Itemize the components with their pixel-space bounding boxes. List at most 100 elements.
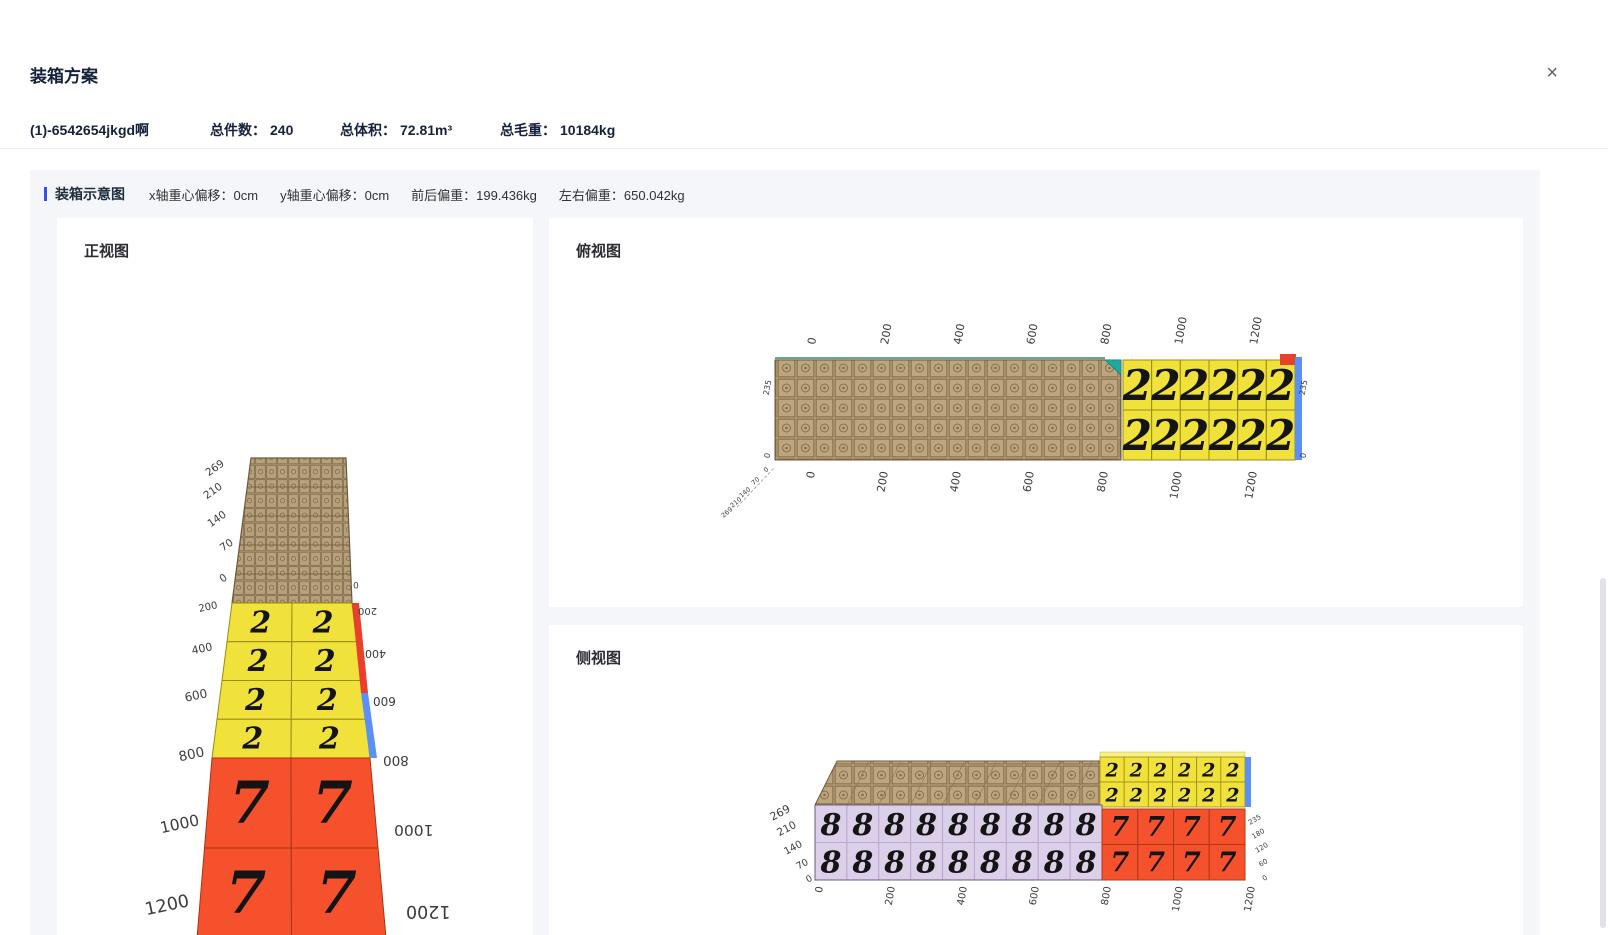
svg-text:8: 8 [915,845,937,880]
svg-text:2: 2 [312,605,334,640]
total-pieces: 总件数： 240 [210,120,293,140]
stat-left-right-label: 左右偏重： [558,187,624,203]
svg-text:400: 400 [365,647,386,660]
scrollbar[interactable] [1600,578,1606,928]
svg-text:210: 210 [201,481,224,502]
svg-text:2: 2 [1236,361,1266,410]
svg-text:2: 2 [1177,785,1191,807]
svg-text:200: 200 [198,600,219,615]
svg-text:70: 70 [750,475,761,486]
svg-text:2: 2 [316,683,338,718]
diagram-area: 装箱示意图 x轴重心偏移：0cm y轴重心偏移：0cm 前后偏重：199.436… [30,170,1540,935]
svg-text:800: 800 [1095,470,1111,493]
close-icon[interactable]: × [1546,63,1558,83]
svg-text:400: 400 [190,640,213,657]
svg-text:1200: 1200 [1247,316,1265,346]
svg-text:8: 8 [915,808,937,843]
svg-text:1000: 1000 [158,811,200,837]
svg-text:1200: 1200 [1242,470,1260,500]
svg-text:70: 70 [795,857,811,872]
svg-text:8: 8 [1075,845,1097,880]
svg-text:235: 235 [762,379,774,396]
total-pieces-label: 总件数： [210,122,266,138]
section-accent-bar [44,187,47,201]
page-title: 装箱方案 [30,67,98,86]
svg-text:60: 60 [1258,857,1270,868]
svg-text:2: 2 [241,722,263,757]
top-view-chart: 2 2 2 2 2 22 2 2 2 2 20020020040040060060080080010… [720,316,1310,520]
svg-text:2: 2 [1208,411,1238,460]
svg-text:210: 210 [775,819,798,839]
svg-text:180: 180 [1251,827,1267,841]
svg-text:1000: 1000 [1172,316,1190,346]
svg-text:235: 235 [1247,813,1263,827]
side-view-title: 侧视图 [576,650,622,667]
svg-text:2: 2 [314,644,336,679]
svg-text:1000: 1000 [394,821,433,839]
total-volume-value: 72.81m³ [400,122,453,138]
total-weight-value: 10184kg [560,122,616,138]
total-weight: 总毛重： 10184kg [500,120,615,140]
stat-front-back: 前后偏重：199.436kg [411,185,537,204]
svg-text:400: 400 [951,323,967,346]
svg-text:0: 0 [217,572,229,586]
svg-text:2: 2 [1179,411,1209,460]
svg-text:2: 2 [1208,361,1238,410]
svg-text:0: 0 [1261,874,1269,883]
svg-text:8: 8 [851,808,873,843]
svg-text:140: 140 [205,509,228,530]
svg-text:600: 600 [1024,323,1040,346]
stat-x-offset-value: 0cm [233,187,259,203]
svg-text:0: 0 [353,579,359,589]
svg-text:2: 2 [1129,785,1143,807]
svg-text:8: 8 [820,808,842,843]
svg-text:2: 2 [244,683,266,718]
svg-text:800: 800 [1098,323,1114,346]
top-view-title: 俯视图 [576,243,622,260]
svg-text:2: 2 [1104,760,1118,782]
svg-text:8: 8 [883,845,905,880]
svg-text:8: 8 [883,808,905,843]
svg-text:8: 8 [1011,808,1033,843]
svg-text:200: 200 [878,323,894,346]
svg-text:2: 2 [1201,785,1215,807]
svg-text:2: 2 [1265,411,1295,460]
svg-text:7: 7 [1218,847,1237,878]
plan-name: (1)-6542654jkgd啊 [30,122,150,138]
svg-text:8: 8 [1043,845,1065,880]
svg-text:2: 2 [1150,361,1180,410]
svg-text:8: 8 [979,808,1001,843]
svg-text:2: 2 [1225,785,1239,807]
svg-text:8: 8 [1011,845,1033,880]
stat-y-offset: y轴重心偏移：0cm [280,185,389,204]
svg-text:120: 120 [1254,841,1270,855]
svg-text:400: 400 [956,886,970,907]
stat-y-offset-label: y轴重心偏移： [280,187,365,203]
svg-text:800: 800 [383,752,409,768]
stat-front-back-label: 前后偏重： [411,187,477,203]
svg-text:0: 0 [804,470,818,479]
svg-text:600: 600 [1028,886,1042,907]
svg-text:1200: 1200 [143,891,191,920]
svg-text:800: 800 [177,744,206,765]
svg-text:70: 70 [218,537,236,555]
svg-text:2: 2 [1104,785,1118,807]
total-weight-label: 总毛重： [500,122,556,138]
svg-text:7: 7 [1218,812,1237,843]
svg-text:1200: 1200 [406,901,451,921]
stat-left-right: 左右偏重：650.042kg [559,185,685,204]
front-view-card: 正视图 2 2 2 2 2 2 2 2 7 7 7 7 269 210 140 70 0 0 200 200 400 40… [57,218,533,935]
svg-text:2: 2 [1153,785,1167,807]
svg-text:2: 2 [247,644,269,679]
svg-text:8: 8 [947,845,969,880]
svg-text:200: 200 [358,605,377,616]
svg-text:600: 600 [373,694,396,708]
svg-text:2: 2 [1129,760,1143,782]
svg-text:7: 7 [1146,812,1165,843]
top-view-card: 俯视图 2 2 2 2 2 2 2 2 2 2 2 2 0 0 200 200 400 400 600 600 800 8… [549,218,1523,607]
svg-text:7: 7 [1182,847,1201,878]
svg-text:2: 2 [1122,361,1152,410]
svg-text:8: 8 [979,845,1001,880]
svg-text:7: 7 [230,769,270,837]
front-view-title: 正视图 [84,243,130,260]
